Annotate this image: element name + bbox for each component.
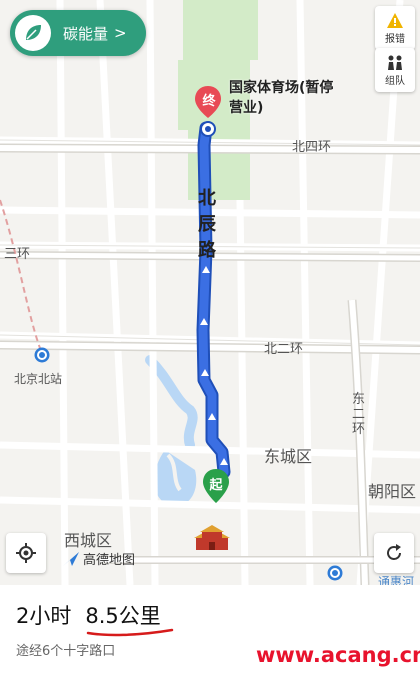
route-distance: 8.5公里 [85,604,161,628]
road-label-sanhuan: 三环 [4,247,31,262]
route-detail: 途经6个十字路口 [16,644,116,659]
road-label-beisihuan: 北四环 [292,140,332,155]
station-label-beijing-north: 北京北站 [14,372,63,386]
map-view[interactable]: 碳能量 > 报错 组队 北四环 北二环 三环 东二环 北京北站 东城区 西城区 … [0,0,420,585]
origin-marker-label: 起 [209,478,223,493]
team-icon [388,55,402,70]
river-label-tonghui: 通惠河 [378,575,415,585]
leaf-icon [15,15,51,51]
report-error-label: 报错 [385,33,405,45]
crosshair-icon [16,543,36,563]
destination-name: 国家体育场(暂停营业) [229,80,334,116]
team-button[interactable]: 组队 [375,48,415,92]
distance-underline [86,628,174,637]
amap-logo-icon [63,551,79,566]
route-duration: 2小时 [16,604,72,628]
tiananmen-landmark-icon [194,525,230,550]
route-summary: 2小时 8.5公里 [16,600,161,630]
locate-me-button[interactable] [6,533,46,573]
brand-label: 高德地图 [83,553,136,568]
route-road-label: 北辰路 [192,186,222,264]
team-label: 组队 [385,75,405,87]
subway-icon [34,347,50,363]
district-label-xicheng: 西城区 [64,531,113,550]
watermark-text: www.acang.cn [256,643,420,667]
route-road-name: 北辰路 [198,188,216,261]
carbon-energy-label: 碳能量 [63,24,109,43]
destination-marker-label: 终 [202,94,216,109]
district-label-dongcheng: 东城区 [264,447,313,466]
report-error-button[interactable]: 报错 [375,6,415,50]
district-label-chaoyang: 朝阳区 [368,482,417,501]
road-label-beierhuan: 北二环 [264,342,304,357]
amap-brand-logo: 高德地图 [62,549,135,568]
subway-icon [327,565,343,581]
warning-icon [387,12,403,28]
carbon-energy-button[interactable]: 碳能量 > [10,10,146,56]
refresh-icon [387,544,401,560]
chevron-right-icon: > [114,24,127,42]
refresh-button[interactable] [374,533,414,573]
road-label-dongerhuan: 东二环 [352,392,366,437]
